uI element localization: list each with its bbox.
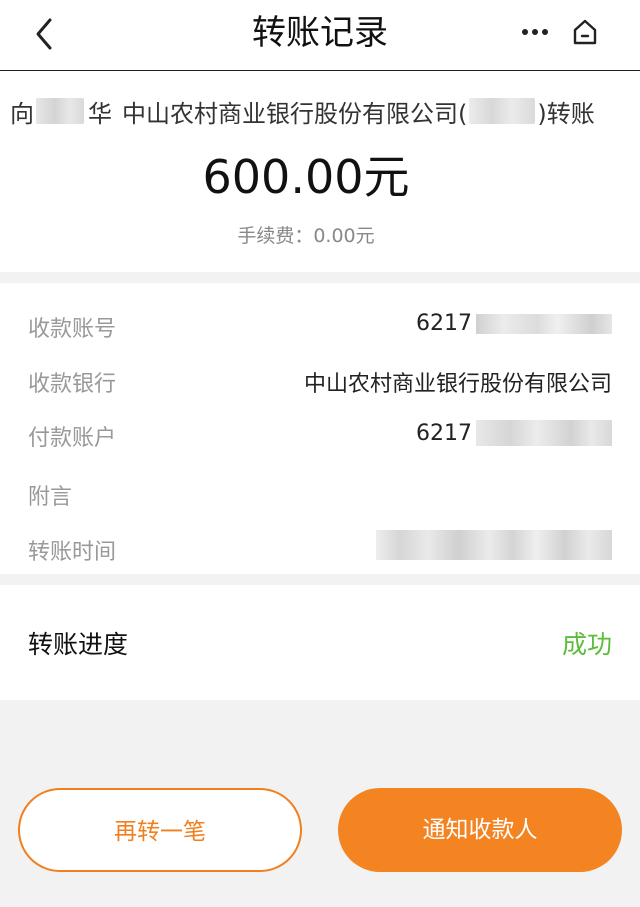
payee-account-label: 收款账号 (28, 317, 117, 342)
payer-account-label: 付款账户 (28, 426, 117, 451)
transfer-progress: 转账进度 成功 (0, 585, 640, 700)
transfer-fee: 手续费：0.00元 (237, 225, 375, 247)
desc-name-suffix: 华 (88, 99, 112, 128)
payee-bank-value: 中山农村商业银行股份有限公司 (303, 372, 612, 397)
progress-label: 转账进度 (28, 630, 129, 659)
desc-suffix: )转账 (537, 99, 595, 128)
masked-payee-account (476, 313, 612, 334)
top-bar: 转账记录 (0, 0, 640, 71)
masked-name (36, 98, 84, 124)
time-value (376, 530, 612, 560)
masked-account-tail (469, 98, 536, 124)
back-chevron-icon[interactable] (30, 14, 60, 54)
payer-account-prefix: 6217 (416, 420, 472, 446)
detail-row-memo: 附言 (0, 473, 640, 513)
masked-payer-account (476, 420, 612, 446)
more-dots-icon[interactable] (520, 22, 550, 42)
transfer-again-button[interactable]: 再转一笔 (18, 788, 302, 872)
masked-transfer-time (376, 530, 612, 560)
home-icon[interactable] (572, 18, 598, 46)
transfer-amount: 600.00元 (202, 150, 410, 204)
status-badge: 成功 (561, 630, 612, 659)
payee-account-value: 6217 (416, 311, 612, 336)
transfer-description: 向 华 中山农村商业银行股份有限公司( )转账 (10, 95, 595, 128)
payee-account-prefix: 6217 (416, 311, 472, 336)
notify-payee-button[interactable]: 通知收款人 (338, 788, 622, 872)
detail-row-time: 转账时间 (0, 528, 640, 568)
time-label: 转账时间 (28, 540, 117, 565)
payer-account-value: 6217 (416, 420, 612, 446)
transfer-details: 收款账号 6217 收款银行 中山农村商业银行股份有限公司 付款账户 6217 … (0, 283, 640, 574)
desc-prefix: 向 (10, 99, 34, 128)
detail-row-payer-account: 付款账户 6217 (0, 414, 640, 454)
desc-bank-name: 中山农村商业银行股份有限公司( (122, 99, 468, 128)
detail-row-payee-bank: 收款银行 中山农村商业银行股份有限公司 (0, 360, 640, 400)
detail-row-payee-account: 收款账号 6217 (0, 305, 640, 345)
transfer-summary: 向 华 中山农村商业银行股份有限公司( )转账 600.00元 手续费：0.00… (0, 71, 640, 272)
memo-label: 附言 (28, 485, 73, 510)
payee-bank-label: 收款银行 (28, 372, 117, 397)
